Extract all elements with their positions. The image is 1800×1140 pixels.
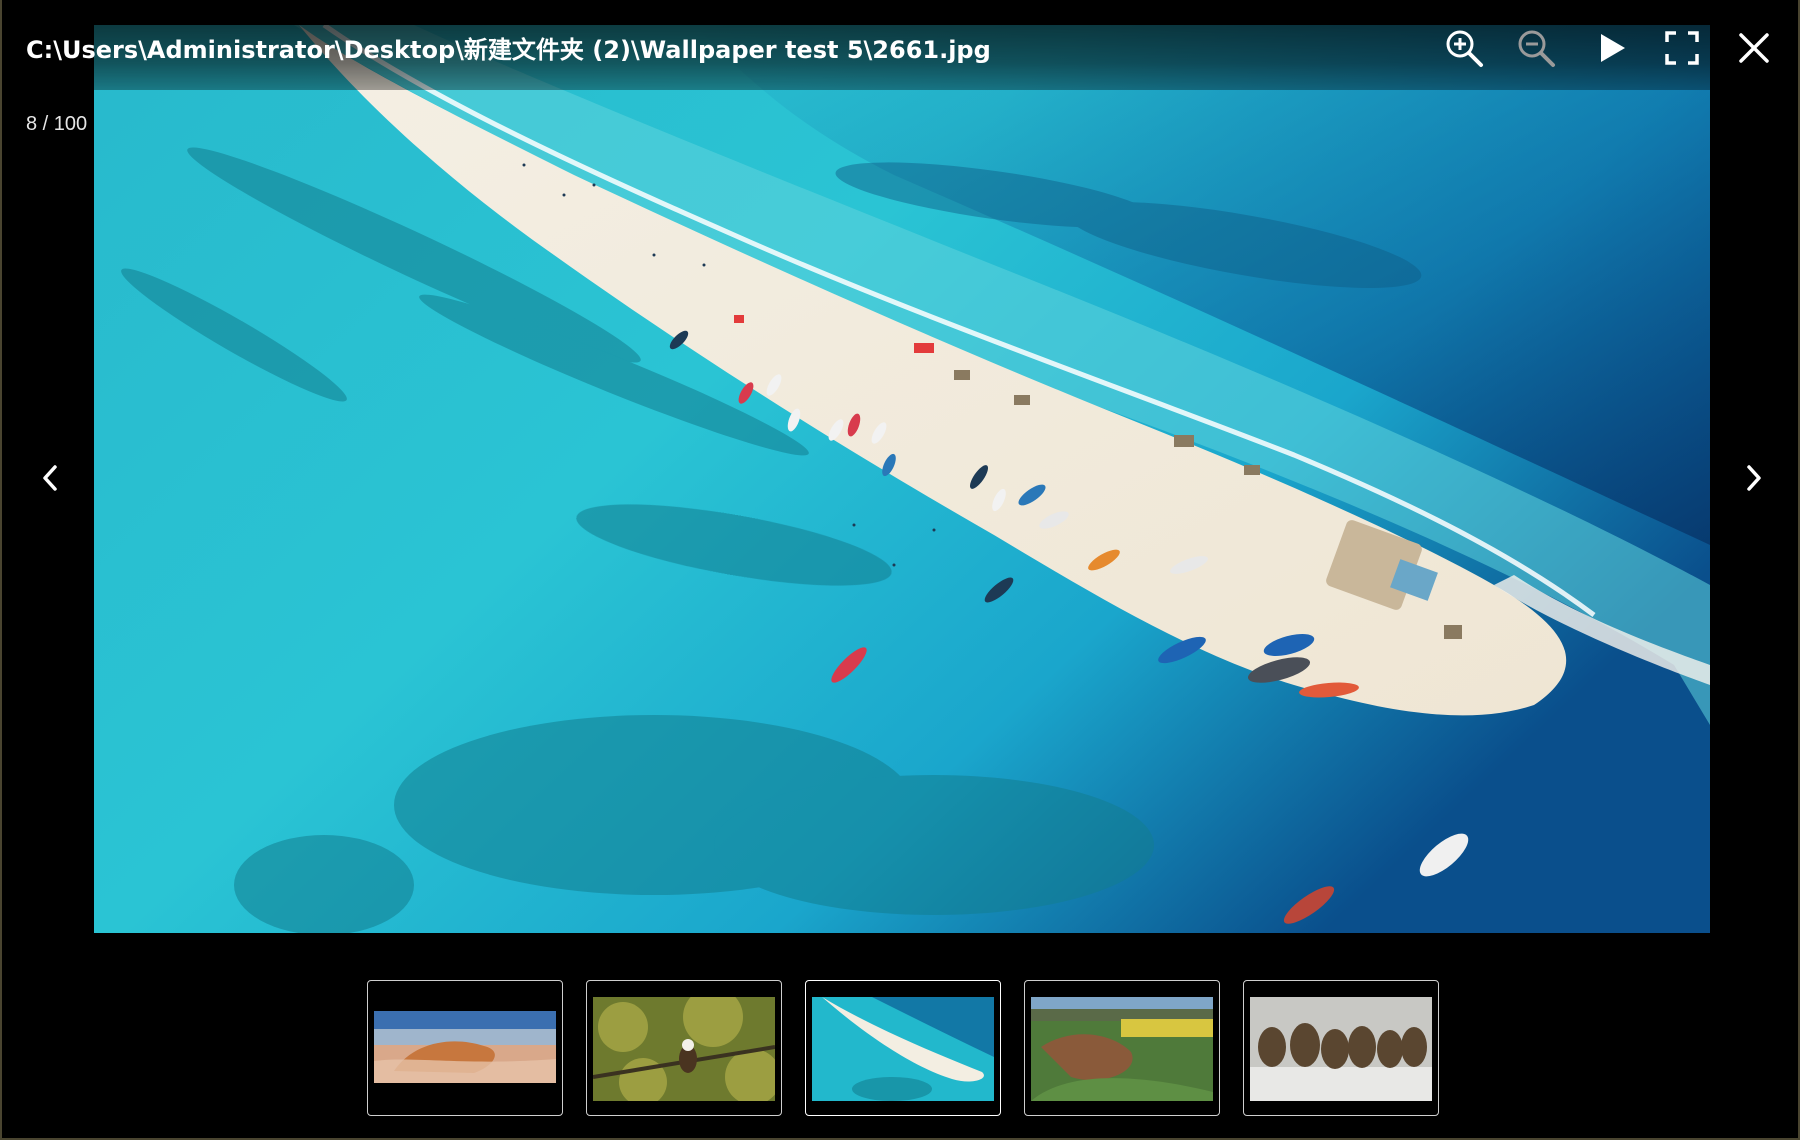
thumbnail-4[interactable]: [1024, 980, 1220, 1116]
thumbnail-3[interactable]: [805, 980, 1001, 1116]
image-viewer: C:\Users\Administrator\Desktop\新建文件夹 (2)…: [0, 0, 1800, 1140]
next-image-button[interactable]: [1734, 456, 1774, 500]
zoom-in-icon: [1446, 30, 1483, 67]
play-icon: [1601, 34, 1625, 62]
fullscreen-icon: [1665, 31, 1699, 65]
file-path-title: C:\Users\Administrator\Desktop\新建文件夹 (2)…: [26, 36, 991, 64]
main-photo[interactable]: [94, 25, 1710, 933]
previous-image-button[interactable]: [30, 456, 70, 500]
chevron-left-icon: [43, 465, 57, 491]
thumbnail-1[interactable]: [367, 980, 563, 1116]
beach-photo-art: [94, 25, 1710, 933]
close-button[interactable]: [1732, 26, 1776, 70]
slideshow-play-button[interactable]: [1589, 26, 1633, 70]
zoom-out-icon: [1518, 30, 1555, 67]
thumbnail-beach-sandbar: [812, 997, 994, 1101]
thumbnail-bison-in-snow: [1250, 997, 1432, 1101]
image-counter: 8 / 100: [26, 113, 88, 135]
close-icon: [1739, 33, 1769, 63]
thumbnail-cliff-in-fog: [374, 1011, 556, 1083]
zoom-in-button[interactable]: [1442, 26, 1486, 70]
chevron-right-icon: [1747, 465, 1761, 491]
thumbnail-2[interactable]: [586, 980, 782, 1116]
thumbnail-5[interactable]: [1243, 980, 1439, 1116]
fullscreen-button[interactable]: [1660, 26, 1704, 70]
thumbnail-rock-meadow: [1031, 997, 1213, 1101]
zoom-out-button[interactable]: [1514, 26, 1558, 70]
thumbnail-eagle-in-tree: [593, 997, 775, 1101]
